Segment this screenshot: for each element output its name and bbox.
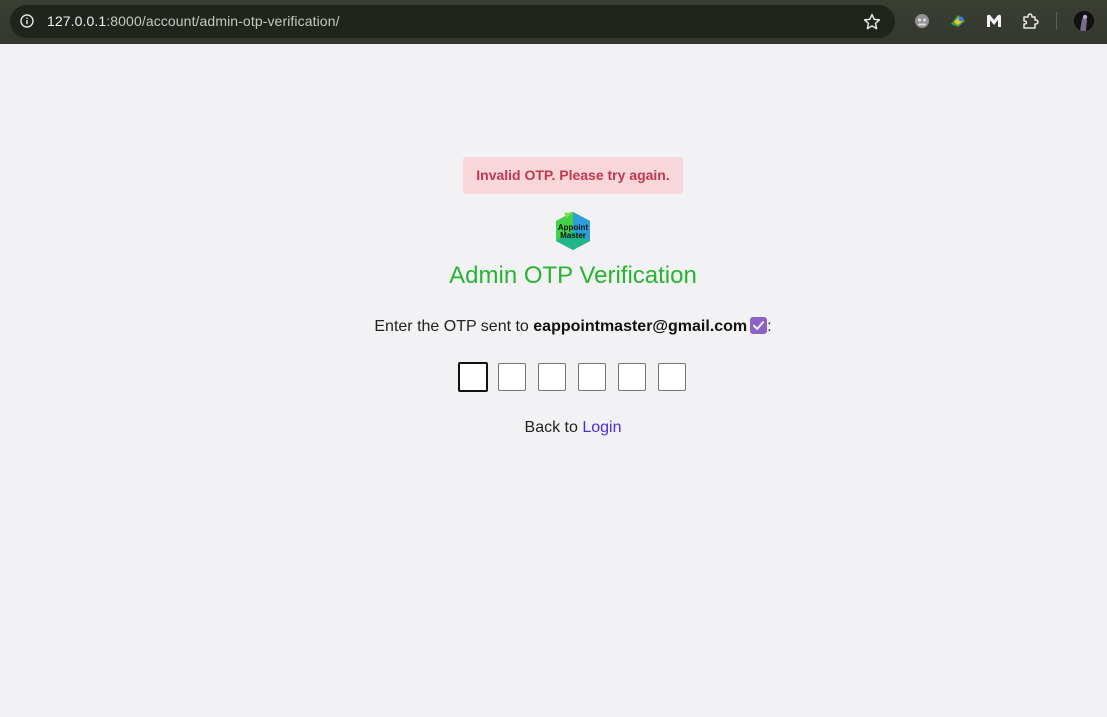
instruction-suffix: : [767, 318, 772, 335]
otp-digit-6[interactable] [658, 363, 686, 391]
error-alert: Invalid OTP. Please try again. [463, 157, 683, 194]
page-title: Admin OTP Verification [449, 262, 697, 289]
url-text[interactable]: 127.0.0.1:8000/account/admin-otp-verific… [47, 13, 340, 29]
error-alert-text: Invalid OTP. Please try again. [476, 167, 670, 183]
browser-toolbar: 127.0.0.1:8000/account/admin-otp-verific… [0, 0, 1107, 44]
toolbar-divider [1056, 12, 1057, 30]
login-link[interactable]: Login [582, 419, 621, 436]
back-prefix: Back to [524, 419, 578, 436]
recipient-email: eappointmaster@gmail.com [533, 318, 748, 335]
address-bar[interactable]: 127.0.0.1:8000/account/admin-otp-verific… [10, 5, 895, 38]
otp-digit-5[interactable] [618, 363, 646, 391]
appointmaster-logo: Appoint Master [556, 212, 590, 250]
back-to-login-line: Back to Login [0, 419, 1107, 437]
instruction-prefix: Enter the OTP sent to [374, 318, 529, 335]
otp-digit-2[interactable] [498, 363, 526, 391]
extension-icon-1[interactable] [912, 11, 932, 31]
puzzle-icon[interactable] [1020, 11, 1040, 31]
url-host: 127.0.0.1 [47, 13, 107, 29]
malwarebytes-icon[interactable] [984, 11, 1004, 31]
profile-avatar[interactable] [1074, 11, 1094, 31]
extension-icon-2[interactable] [948, 11, 968, 31]
checkbox-checked-icon [750, 317, 768, 334]
otp-instruction: Enter the OTP sent to eappointmaster@gma… [0, 317, 1107, 336]
url-path: :8000/account/admin-otp-verification/ [106, 13, 340, 29]
info-icon[interactable] [20, 14, 34, 28]
logo-text-line2: Master [560, 231, 586, 240]
otp-digit-3[interactable] [538, 363, 566, 391]
star-icon[interactable] [862, 12, 882, 32]
otp-digit-4[interactable] [578, 363, 606, 391]
otp-digit-1[interactable] [458, 362, 488, 392]
